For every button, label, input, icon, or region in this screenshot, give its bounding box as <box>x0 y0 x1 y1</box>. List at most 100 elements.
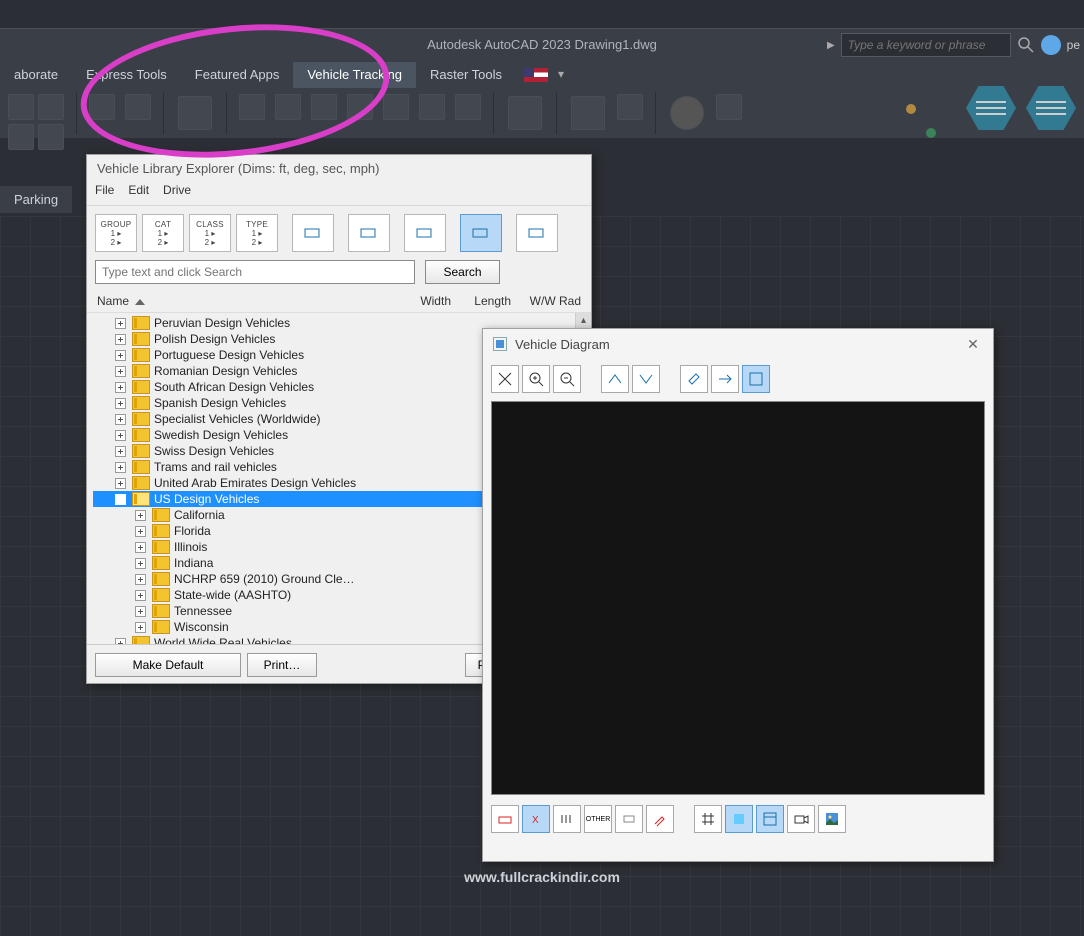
view-plan-icon[interactable] <box>491 805 519 833</box>
view-toggle-icon[interactable] <box>742 365 770 393</box>
view-side-icon[interactable]: X <box>522 805 550 833</box>
expand-icon[interactable] <box>135 542 146 553</box>
ribbon-tab[interactable]: aborate <box>0 62 72 88</box>
vle-title: Vehicle Library Explorer (Dims: ft, deg,… <box>87 155 591 183</box>
expand-icon[interactable] <box>135 590 146 601</box>
folder-icon <box>132 636 150 645</box>
dimension-icon[interactable] <box>632 365 660 393</box>
edit-icon[interactable] <box>711 365 739 393</box>
zoom-out-icon[interactable] <box>553 365 581 393</box>
view-pencil-icon[interactable] <box>646 805 674 833</box>
expand-icon[interactable] <box>115 350 126 361</box>
col-name-label[interactable]: Name <box>97 294 129 308</box>
expand-icon[interactable] <box>135 526 146 537</box>
expand-icon[interactable] <box>115 462 126 473</box>
zoom-in-icon[interactable] <box>522 365 550 393</box>
vle-filter-button[interactable]: GROUP1 ▸2 ▸ <box>95 214 137 252</box>
ribbon-btn[interactable] <box>178 96 212 130</box>
chevron-down-icon[interactable]: ▾ <box>556 62 566 88</box>
tree-icon[interactable] <box>292 214 334 252</box>
col-rad-label[interactable]: W/W Rad <box>511 294 581 308</box>
view-other-icon[interactable]: OTHER <box>584 805 612 833</box>
expand-icon[interactable] <box>115 430 126 441</box>
vle-search-button[interactable]: Search <box>425 260 500 284</box>
ribbon-tab[interactable]: Express Tools <box>72 62 181 88</box>
expand-icon[interactable] <box>135 510 146 521</box>
expand-icon[interactable] <box>115 638 126 646</box>
view-rear-icon[interactable] <box>615 805 643 833</box>
tree-label: Peruvian Design Vehicles <box>154 315 290 331</box>
expand-icon[interactable] <box>135 574 146 585</box>
ribbon-btn[interactable] <box>383 94 409 120</box>
expand-icon[interactable] <box>115 478 126 489</box>
print-button[interactable]: Print… <box>247 653 317 677</box>
flag-icon[interactable] <box>524 68 548 82</box>
expand-icon[interactable] <box>115 334 126 345</box>
ribbon-btn[interactable] <box>239 94 265 120</box>
ribbon-btn[interactable] <box>617 94 643 120</box>
arm-icon[interactable] <box>460 214 502 252</box>
table-icon[interactable] <box>516 214 558 252</box>
camera-icon[interactable] <box>787 805 815 833</box>
ribbon-btn[interactable] <box>455 94 481 120</box>
ribbon-tab[interactable]: Raster Tools <box>416 62 516 88</box>
panel-tab-parking[interactable]: Parking <box>0 186 72 213</box>
expand-icon[interactable] <box>115 382 126 393</box>
vehicle-diagram-window[interactable]: Vehicle Diagram ✕ X OTHER <box>482 328 994 862</box>
ribbon-btn[interactable] <box>508 96 542 130</box>
vle-menu-item[interactable]: Edit <box>128 183 149 205</box>
vle-filter-button[interactable]: TYPE1 ▸2 ▸ <box>236 214 278 252</box>
expand-icon[interactable] <box>115 446 126 457</box>
ribbon-tab[interactable]: Vehicle Tracking <box>293 62 416 88</box>
window-icon[interactable] <box>756 805 784 833</box>
view-front-icon[interactable] <box>553 805 581 833</box>
dimension-icon[interactable] <box>601 365 629 393</box>
help-icon[interactable] <box>670 96 704 130</box>
ribbon-btn[interactable] <box>89 94 115 120</box>
image-icon[interactable] <box>818 805 846 833</box>
grid-icon[interactable] <box>694 805 722 833</box>
ribbon-btn[interactable] <box>38 124 64 150</box>
col-length-label[interactable]: Length <box>451 294 511 308</box>
vle-menu-item[interactable]: Drive <box>163 183 191 205</box>
vle-filter-button[interactable]: CAT1 ▸2 ▸ <box>142 214 184 252</box>
ribbon-btn[interactable] <box>275 94 301 120</box>
ribbon-btn[interactable] <box>311 94 337 120</box>
truck-icon[interactable] <box>404 214 446 252</box>
expand-icon[interactable] <box>135 622 146 633</box>
ribbon-btn[interactable] <box>716 94 742 120</box>
close-icon[interactable]: ✕ <box>963 334 983 354</box>
vle-menu-item[interactable]: File <box>95 183 114 205</box>
expand-icon[interactable] <box>115 398 126 409</box>
expand-icon[interactable] <box>115 318 126 329</box>
ribbon-btn[interactable] <box>419 94 445 120</box>
expand-icon[interactable] <box>135 606 146 617</box>
ribbon-btn[interactable] <box>38 94 64 120</box>
folder-icon <box>152 524 170 538</box>
make-default-button[interactable]: Make Default <box>95 653 241 677</box>
expand-icon[interactable] <box>115 366 126 377</box>
fill-icon[interactable] <box>725 805 753 833</box>
folder-icon <box>152 508 170 522</box>
expand-icon[interactable] <box>135 558 146 569</box>
expand-icon[interactable] <box>115 494 126 505</box>
container-icon[interactable] <box>348 214 390 252</box>
ribbon-btn[interactable] <box>8 94 34 120</box>
search-input[interactable] <box>841 33 1011 57</box>
edit-icon[interactable] <box>680 365 708 393</box>
ribbon-btn[interactable] <box>571 96 605 130</box>
scroll-up-icon[interactable]: ▴ <box>576 313 591 329</box>
ribbon-btn[interactable] <box>125 94 151 120</box>
col-width-label[interactable]: Width <box>391 294 451 308</box>
ribbon-tab[interactable]: Featured Apps <box>181 62 294 88</box>
vle-search-input[interactable] <box>95 260 415 284</box>
ribbon-btn[interactable] <box>347 94 373 120</box>
vd-preview-area[interactable] <box>491 401 985 795</box>
search-icon[interactable] <box>1017 36 1035 54</box>
vle-filter-button[interactable]: CLASS1 ▸2 ▸ <box>189 214 231 252</box>
ribbon-btn[interactable] <box>8 124 34 150</box>
user-avatar[interactable] <box>1041 35 1061 55</box>
zoom-extents-icon[interactable] <box>491 365 519 393</box>
expand-icon[interactable] <box>115 414 126 425</box>
vd-toolbar <box>483 359 993 399</box>
